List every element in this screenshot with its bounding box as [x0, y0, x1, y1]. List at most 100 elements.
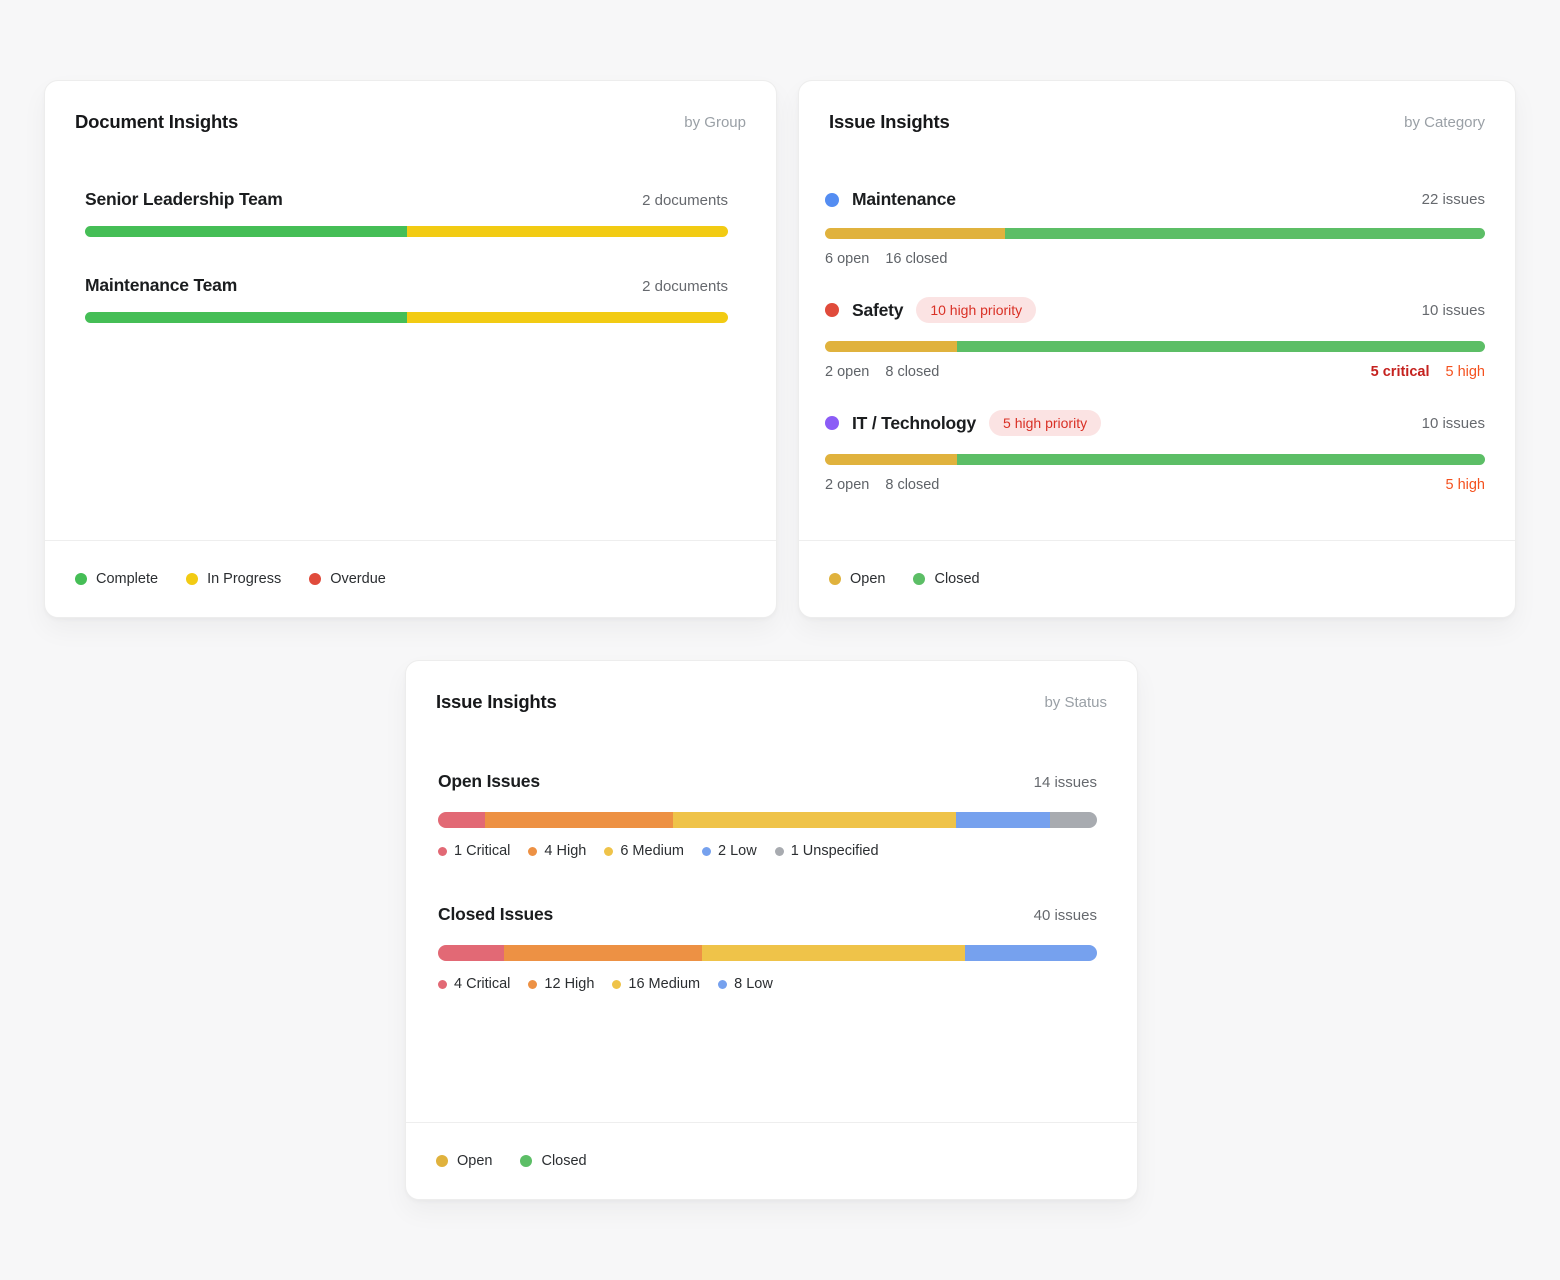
bar-segment: [825, 454, 957, 465]
category-label: Maintenance: [852, 189, 956, 210]
legend-item-critical: 1 Critical: [438, 843, 510, 859]
legend-item-unspecified: 1 Unspecified: [775, 843, 879, 859]
bar-segment: [1005, 228, 1485, 239]
row-head: IT / Technology 5 high priority 10 issue…: [825, 410, 1485, 436]
legend-label: 16 Medium: [628, 976, 700, 992]
card-footer: Complete In Progress Overdue: [45, 540, 776, 617]
legend-item-medium: 6 Medium: [604, 843, 684, 859]
document-insights-card: Document Insights by Group Senior Leader…: [44, 80, 777, 618]
row-head: Closed Issues 40 issues: [438, 904, 1097, 925]
open-issues-section: Open Issues 14 issues 1 Critical 4 High: [438, 771, 1097, 859]
closed-issues-section: Closed Issues 40 issues 4 Critical 12 Hi…: [438, 904, 1097, 992]
issue-insights-by-status-card: Issue Insights by Status Open Issues 14 …: [405, 660, 1138, 1200]
legend-label: Open: [850, 571, 885, 587]
critical-dot-icon: [438, 847, 447, 856]
row-head: Senior Leadership Team 2 documents: [85, 189, 728, 210]
card-title: Document Insights: [75, 111, 238, 133]
bar-segment: [438, 812, 485, 828]
legend: Open Closed: [436, 1153, 587, 1169]
overdue-dot-icon: [309, 573, 321, 585]
legend-item-overdue: Overdue: [309, 571, 386, 587]
card-footer: Open Closed: [406, 1122, 1137, 1199]
bar-segment: [957, 341, 1485, 352]
critical-count: 5 critical: [1371, 364, 1430, 380]
legend-label: 1 Critical: [454, 843, 510, 859]
legend-label: 12 High: [544, 976, 594, 992]
open-closed-bar: [825, 228, 1485, 239]
row-stats: 2 open 8 closed 5 high: [825, 477, 1485, 493]
closed-dot-icon: [520, 1155, 532, 1167]
issue-insights-by-category-card: Issue Insights by Category Maintenance 2…: [798, 80, 1516, 618]
unspecified-dot-icon: [775, 847, 784, 856]
row-head: Maintenance 22 issues: [825, 189, 1485, 210]
legend-item-medium: 16 Medium: [612, 976, 700, 992]
high-dot-icon: [528, 980, 537, 989]
legend-item-in-progress: In Progress: [186, 571, 281, 587]
bar-segment: [504, 945, 702, 961]
dashboard-canvas: Document Insights by Group Senior Leader…: [0, 0, 1560, 1280]
row-head: Safety 10 high priority 10 issues: [825, 297, 1485, 323]
open-closed-bar: [825, 341, 1485, 352]
legend-label: 4 High: [544, 843, 586, 859]
critical-dot-icon: [438, 980, 447, 989]
legend-label: Open: [457, 1153, 492, 1169]
card-body: Open Issues 14 issues 1 Critical 4 High: [406, 713, 1137, 1122]
open-dot-icon: [829, 573, 841, 585]
legend-label: 6 Medium: [620, 843, 684, 859]
open-dot-icon: [436, 1155, 448, 1167]
safety-category-dot-icon: [825, 303, 839, 317]
legend-item-low: 8 Low: [718, 976, 773, 992]
document-status-bar: [85, 312, 728, 323]
card-body: Maintenance 22 issues 6 open 16 closed S…: [799, 133, 1515, 540]
status-label: Open Issues: [438, 771, 540, 792]
legend-label: Complete: [96, 571, 158, 587]
group-label: Senior Leadership Team: [85, 189, 283, 210]
legend-label: In Progress: [207, 571, 281, 587]
issue-count: 10 issues: [1422, 302, 1485, 319]
bar-segment: [673, 812, 955, 828]
legend-item-open: Open: [436, 1153, 492, 1169]
card-header: Document Insights by Group: [45, 81, 776, 133]
closed-dot-icon: [913, 573, 925, 585]
legend: Complete In Progress Overdue: [75, 571, 386, 587]
priority-legend: 4 Critical 12 High 16 Medium 8 Low: [438, 976, 1097, 992]
category-label: IT / Technology: [852, 413, 976, 434]
category-label: Safety: [852, 300, 903, 321]
group-label: Maintenance Team: [85, 275, 237, 296]
legend-item-critical: 4 Critical: [438, 976, 510, 992]
row-stats: 6 open 16 closed: [825, 251, 1485, 267]
card-subtitle-by-status: by Status: [1044, 694, 1107, 711]
document-count: 2 documents: [642, 278, 728, 295]
category-row-it-technology: IT / Technology 5 high priority 10 issue…: [825, 410, 1485, 493]
complete-dot-icon: [75, 573, 87, 585]
card-header: Issue Insights by Category: [799, 81, 1515, 133]
group-row-senior-leadership: Senior Leadership Team 2 documents: [85, 189, 728, 237]
legend-item-low: 2 Low: [702, 843, 757, 859]
legend-item-high: 4 High: [528, 843, 586, 859]
bar-segment: [702, 945, 966, 961]
row-head: Open Issues 14 issues: [438, 771, 1097, 792]
bar-segment: [956, 812, 1050, 828]
card-body: Senior Leadership Team 2 documents Maint…: [45, 133, 776, 540]
low-dot-icon: [702, 847, 711, 856]
bar-segment: [825, 228, 1005, 239]
high-priority-badge: 5 high priority: [989, 410, 1101, 436]
open-count: 2 open: [825, 477, 869, 493]
document-status-bar: [85, 226, 728, 237]
issue-count: 10 issues: [1422, 415, 1485, 432]
card-header: Issue Insights by Status: [406, 661, 1137, 713]
low-dot-icon: [718, 980, 727, 989]
bar-segment: [407, 312, 729, 323]
card-footer: Open Closed: [799, 540, 1515, 617]
card-title: Issue Insights: [436, 691, 557, 713]
open-closed-bar: [825, 454, 1485, 465]
bar-segment: [438, 945, 504, 961]
issue-count: 22 issues: [1422, 191, 1485, 208]
priority-legend: 1 Critical 4 High 6 Medium 2 Low: [438, 843, 1097, 859]
bar-segment: [85, 226, 407, 237]
high-priority-badge: 10 high priority: [916, 297, 1036, 323]
status-label: Closed Issues: [438, 904, 553, 925]
group-row-maintenance-team: Maintenance Team 2 documents: [85, 275, 728, 323]
open-count: 2 open: [825, 364, 869, 380]
bar-segment: [407, 226, 729, 237]
